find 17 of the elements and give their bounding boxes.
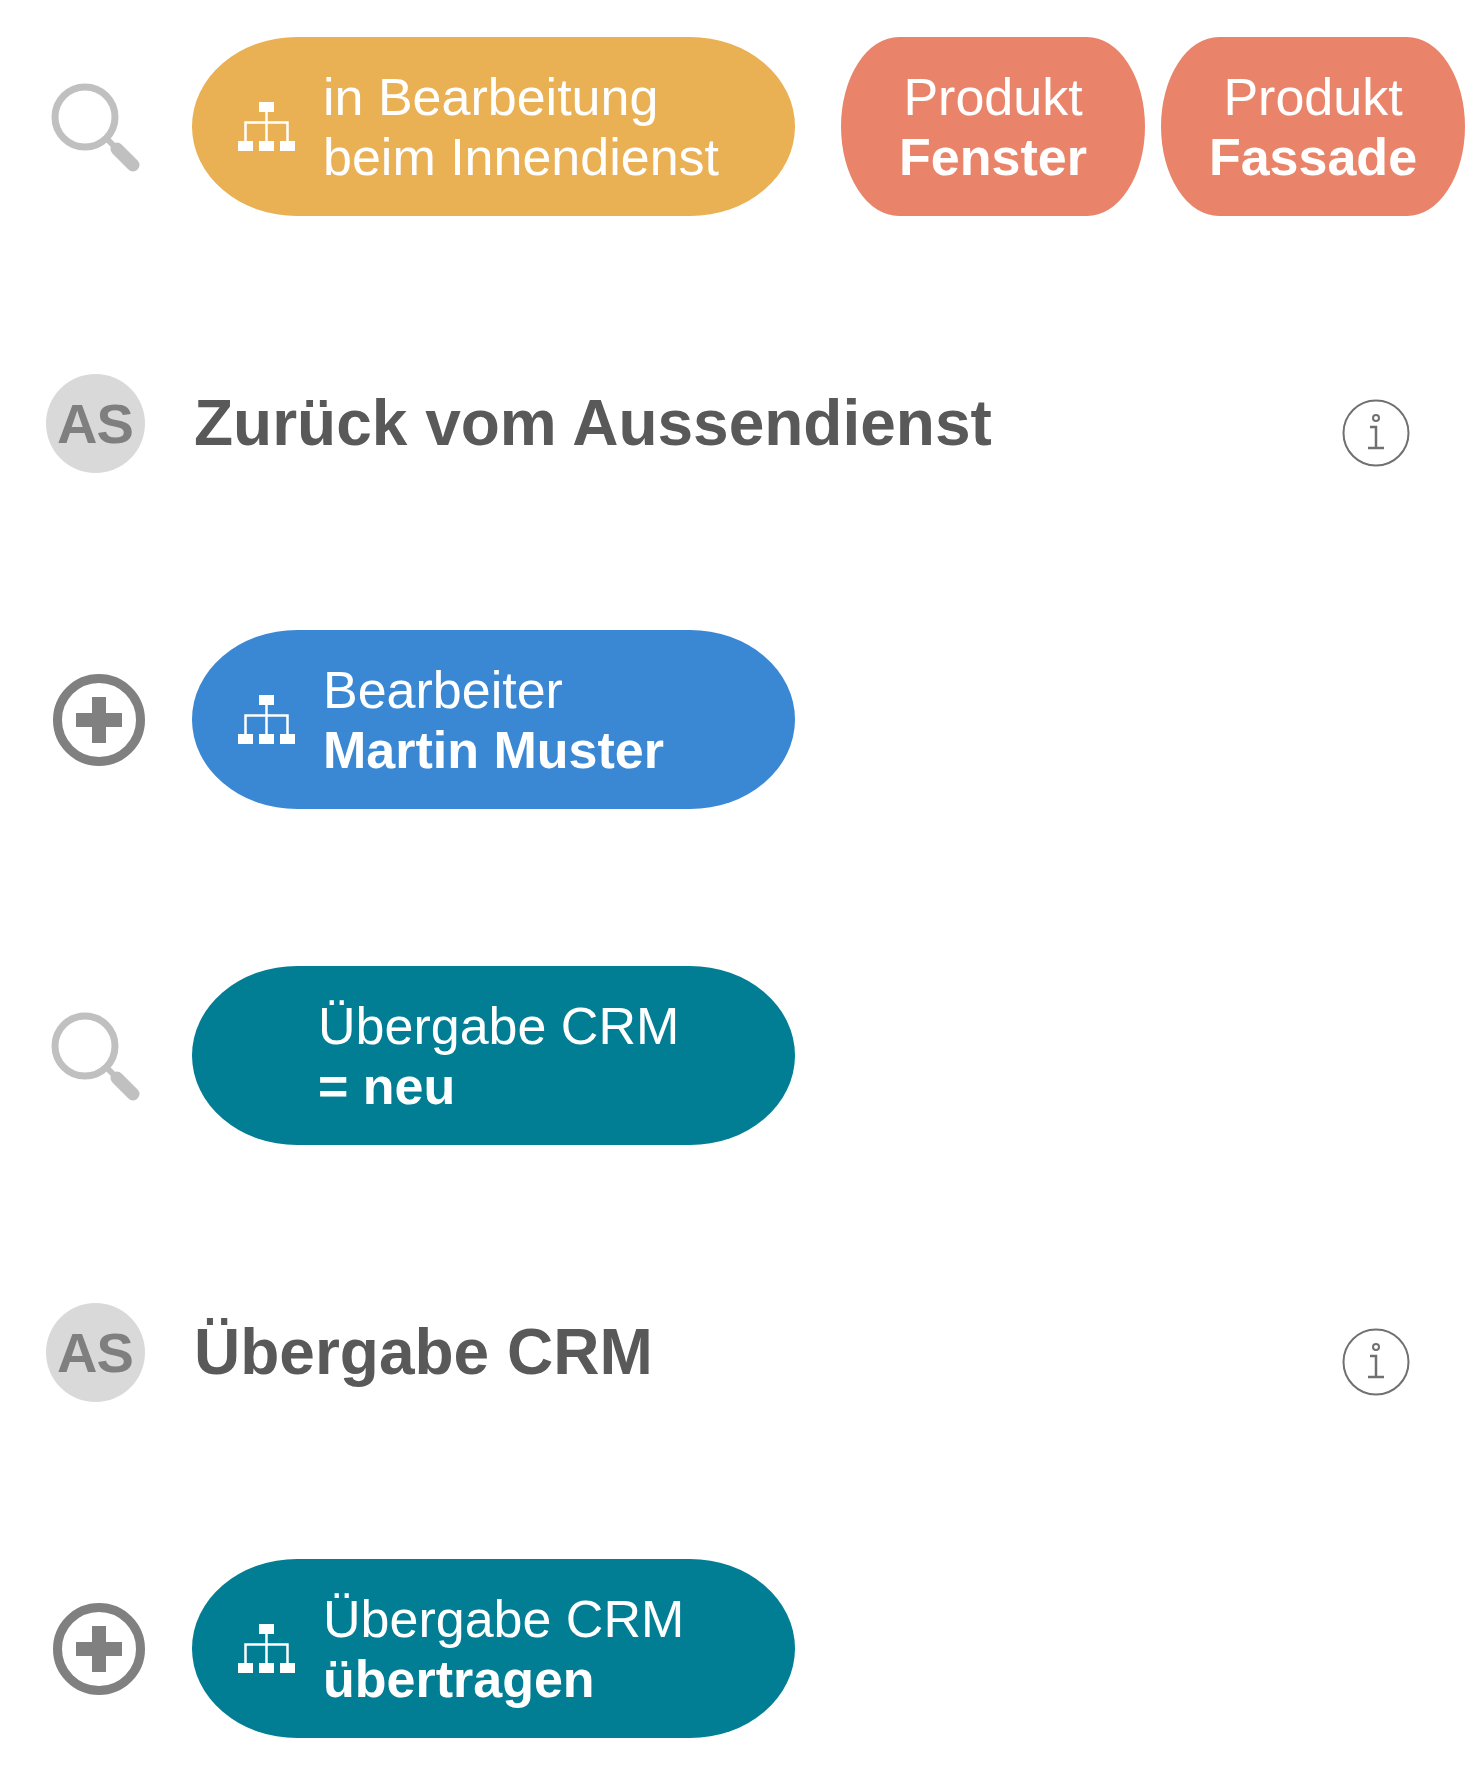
org-unit-chip[interactable]: in Bearbeitung beim Innendienst (192, 37, 795, 216)
org-unit-chip[interactable]: Übergabe CRM übertragen (192, 1559, 795, 1738)
product-tag[interactable]: Produkt Fassade (1161, 37, 1465, 216)
step-title: Zurück vom Aussendienst (194, 386, 992, 460)
step-title: Übergabe CRM (194, 1315, 653, 1389)
info-icon[interactable] (1342, 1328, 1410, 1396)
hierarchy-icon (238, 1624, 295, 1673)
product-tag[interactable]: Produkt Fenster (841, 37, 1145, 216)
hierarchy-icon (238, 102, 295, 151)
hierarchy-icon (238, 695, 295, 744)
add-icon[interactable] (53, 1602, 145, 1695)
org-unit-chip[interactable]: Bearbeiter Martin Muster (192, 630, 795, 809)
condition-chip[interactable]: Übergabe CRM = neu (192, 966, 795, 1145)
initials-avatar: AS (45, 1302, 145, 1402)
info-icon[interactable] (1342, 399, 1410, 467)
add-icon[interactable] (53, 673, 145, 766)
initials-avatar: AS (45, 373, 145, 473)
